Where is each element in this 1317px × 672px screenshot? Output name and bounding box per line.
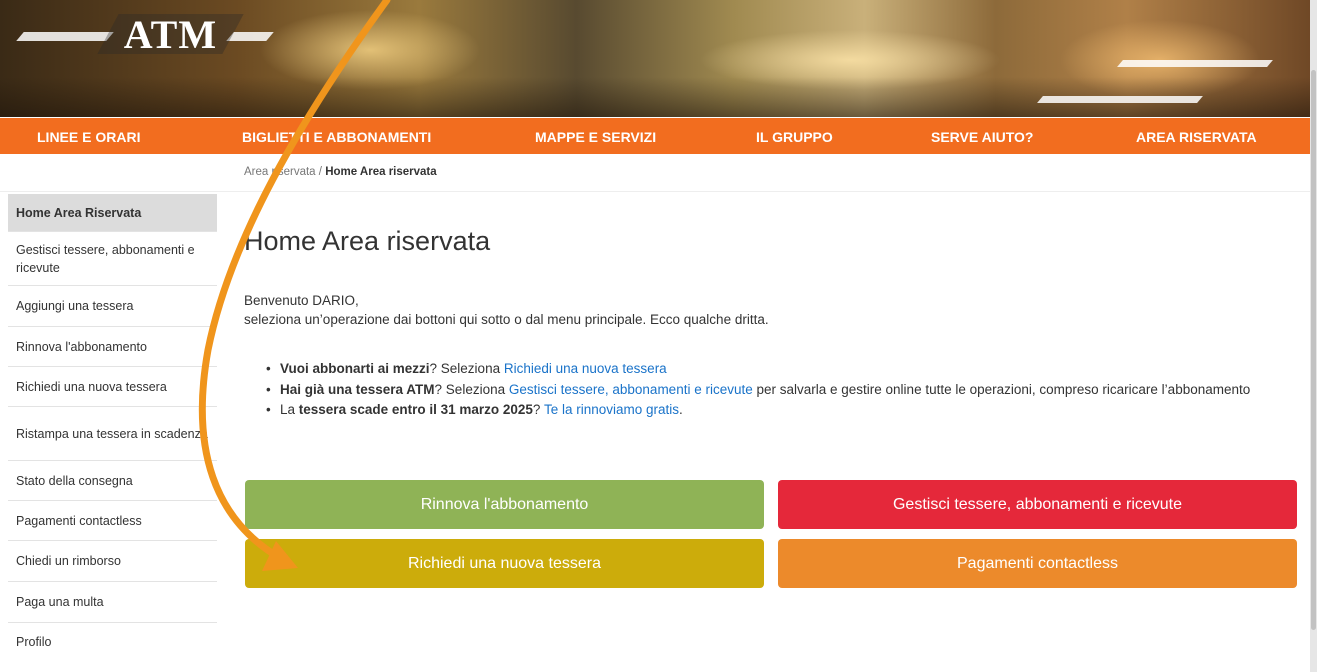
welcome-greeting: Benvenuto DARIO, bbox=[244, 293, 359, 308]
tip-text: ? Seleziona bbox=[434, 381, 509, 397]
contactless-payments-button[interactable]: Pagamenti contactless bbox=[778, 539, 1297, 588]
breadcrumb-divider bbox=[0, 191, 1310, 192]
sidebar-item-ristampa-tessera[interactable]: Ristampa una tessera in scadenza bbox=[8, 407, 217, 461]
nav-item-mappe[interactable]: MAPPE E SERVIZI bbox=[535, 129, 656, 145]
tip-text: . bbox=[679, 402, 683, 417]
breadcrumb-current: Home Area riservata bbox=[325, 166, 437, 178]
request-new-card-button[interactable]: Richiedi una nuova tessera bbox=[245, 539, 764, 588]
nav-item-il-gruppo[interactable]: IL GRUPPO bbox=[756, 129, 833, 145]
nav-item-linee-e-orari[interactable]: LINEE E ORARI bbox=[37, 129, 140, 145]
banner-stripe bbox=[16, 32, 114, 41]
list-item: Vuoi abbonarti ai mezzi? Seleziona Richi… bbox=[262, 359, 1298, 379]
tip-bold: Hai già una tessera ATM bbox=[280, 381, 435, 397]
page-scrollbar[interactable] bbox=[1310, 0, 1317, 672]
nav-item-area-riservata[interactable]: AREA RISERVATA bbox=[1136, 129, 1257, 145]
banner-stripe bbox=[1117, 60, 1273, 67]
atm-logo[interactable]: ATM bbox=[97, 12, 244, 57]
link-rinnovo-gratis[interactable]: Te la rinnoviamo gratis bbox=[544, 402, 679, 417]
breadcrumb-parent[interactable]: Area riservata bbox=[244, 166, 316, 178]
tip-text: ? Seleziona bbox=[429, 361, 504, 376]
nav-item-serve-aiuto[interactable]: SERVE AIUTO? bbox=[931, 129, 1033, 145]
tips-list: Vuoi abbonarti ai mezzi? Seleziona Richi… bbox=[262, 359, 1298, 421]
tip-text: per salvarla e gestire online tutte le o… bbox=[752, 381, 1251, 397]
sidebar-item-rinnova-abbonamento[interactable]: Rinnova l'abbonamento bbox=[8, 327, 217, 367]
link-gestisci-tessere[interactable]: Gestisci tessere, abbonamenti e ricevute bbox=[509, 382, 753, 397]
tip-bold: tessera scade entro il 31 marzo 2025 bbox=[298, 402, 533, 417]
list-item: La tessera scade entro il 31 marzo 2025?… bbox=[262, 400, 1298, 420]
welcome-text: Benvenuto DARIO, seleziona un’operazione… bbox=[244, 291, 1294, 329]
sidebar-item-pagamenti-contactless[interactable]: Pagamenti contactless bbox=[8, 501, 217, 541]
breadcrumb-separator: / bbox=[318, 166, 322, 178]
sidebar-menu: Home Area Riservata Gestisci tessere, ab… bbox=[8, 194, 217, 661]
main-nav: LINEE E ORARI BIGLIETTI E ABBONAMENTI MA… bbox=[0, 118, 1310, 154]
tip-bold: Vuoi abbonarti ai mezzi bbox=[280, 361, 430, 376]
tip-text: La bbox=[280, 402, 299, 417]
sidebar-item-aggiungi-tessera[interactable]: Aggiungi una tessera bbox=[8, 286, 217, 327]
sidebar-item-richiedi-tessera[interactable]: Richiedi una nuova tessera bbox=[8, 367, 217, 407]
manage-cards-button[interactable]: Gestisci tessere, abbonamenti e ricevute bbox=[778, 480, 1297, 529]
nav-item-biglietti[interactable]: BIGLIETTI E ABBONAMENTI bbox=[242, 129, 431, 145]
sidebar-item-chiedi-rimborso[interactable]: Chiedi un rimborso bbox=[8, 541, 217, 582]
sidebar-item-gestisci-tessere[interactable]: Gestisci tessere, abbonamenti e ricevute bbox=[8, 232, 217, 286]
sidebar-item-stato-consegna[interactable]: Stato della consegna bbox=[8, 461, 217, 501]
header-banner: ATM bbox=[0, 0, 1310, 117]
tip-text: ? bbox=[532, 402, 544, 417]
list-item: Hai già una tessera ATM? Seleziona Gesti… bbox=[262, 380, 1298, 400]
sidebar-item-home[interactable]: Home Area Riservata bbox=[8, 194, 217, 232]
link-richiedi-tessera[interactable]: Richiedi una nuova tessera bbox=[504, 361, 667, 376]
page-title: Home Area riservata bbox=[244, 226, 491, 256]
sidebar-item-paga-multa[interactable]: Paga una multa bbox=[8, 582, 217, 623]
breadcrumb: Area riservata / Home Area riservata bbox=[244, 166, 437, 178]
banner-stripe bbox=[1037, 96, 1203, 103]
welcome-instructions: seleziona un’operazione dai bottoni qui … bbox=[244, 312, 769, 327]
renew-subscription-button[interactable]: Rinnova l'abbonamento bbox=[245, 480, 764, 529]
sidebar-item-profilo[interactable]: Profilo bbox=[8, 623, 217, 661]
scrollbar-thumb[interactable] bbox=[1311, 70, 1316, 630]
